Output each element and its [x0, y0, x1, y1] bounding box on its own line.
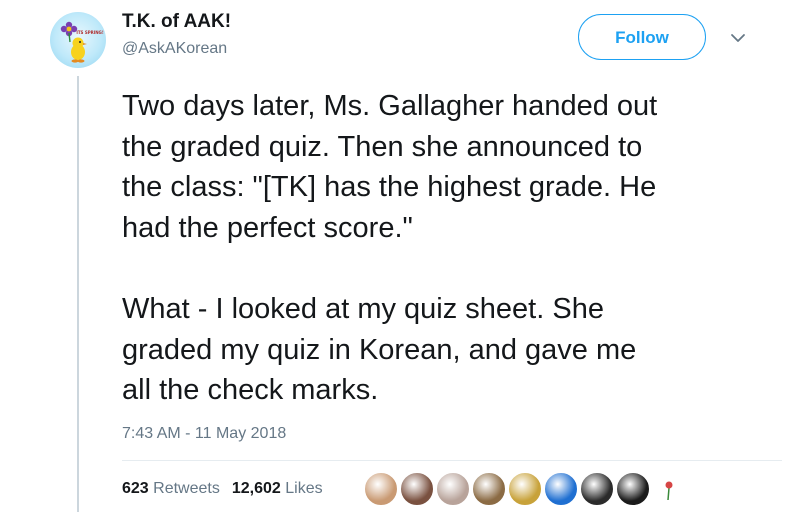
tweet-stats: 623 Retweets 12,602 Likes	[122, 480, 323, 498]
chevron-down-icon[interactable]	[728, 28, 748, 48]
tweet-paragraph: Two days later, Ms. Gallagher handed out…	[122, 90, 658, 244]
retweets-stat[interactable]: 623 Retweets	[122, 480, 220, 497]
tweet-text: Two days later, Ms. Gallagher handed out…	[122, 86, 782, 411]
tweet-card: ITS SPRING! T.K. of AAK! @AskAKorean Fol…	[0, 0, 800, 512]
liker-avatar-7[interactable]	[580, 472, 614, 506]
author-handle[interactable]: @AskAKorean	[122, 40, 227, 58]
follow-button[interactable]: Follow	[578, 14, 706, 60]
thread-line	[77, 76, 79, 512]
tweet-paragraph: What - I looked at my quiz sheet. She gr…	[122, 293, 637, 406]
retweets-count: 623	[122, 480, 149, 497]
author-avatar[interactable]: ITS SPRING!	[50, 12, 106, 68]
avatar-image: ITS SPRING!	[60, 21, 104, 63]
svg-text:ITS SPRING!: ITS SPRING!	[76, 30, 104, 35]
liker-avatar-9[interactable]	[652, 472, 686, 506]
liker-avatar-5[interactable]	[508, 472, 542, 506]
likes-count: 12,602	[231, 480, 281, 497]
retweets-label: Retweets	[153, 480, 220, 497]
liker-avatar-1[interactable]	[364, 472, 398, 506]
divider	[122, 460, 782, 461]
likes-label: Likes	[285, 480, 323, 497]
liker-avatar-6[interactable]	[544, 472, 578, 506]
liker-avatar-2[interactable]	[400, 472, 434, 506]
author-display-name[interactable]: T.K. of AAK!	[122, 11, 231, 33]
liker-avatar-8[interactable]	[616, 472, 650, 506]
liker-avatar-4[interactable]	[472, 472, 506, 506]
likes-stat[interactable]: 12,602 Likes	[232, 480, 323, 497]
tweet-timestamp[interactable]: 7:43 AM - 11 May 2018	[122, 425, 286, 443]
liker-avatar-3[interactable]	[436, 472, 470, 506]
